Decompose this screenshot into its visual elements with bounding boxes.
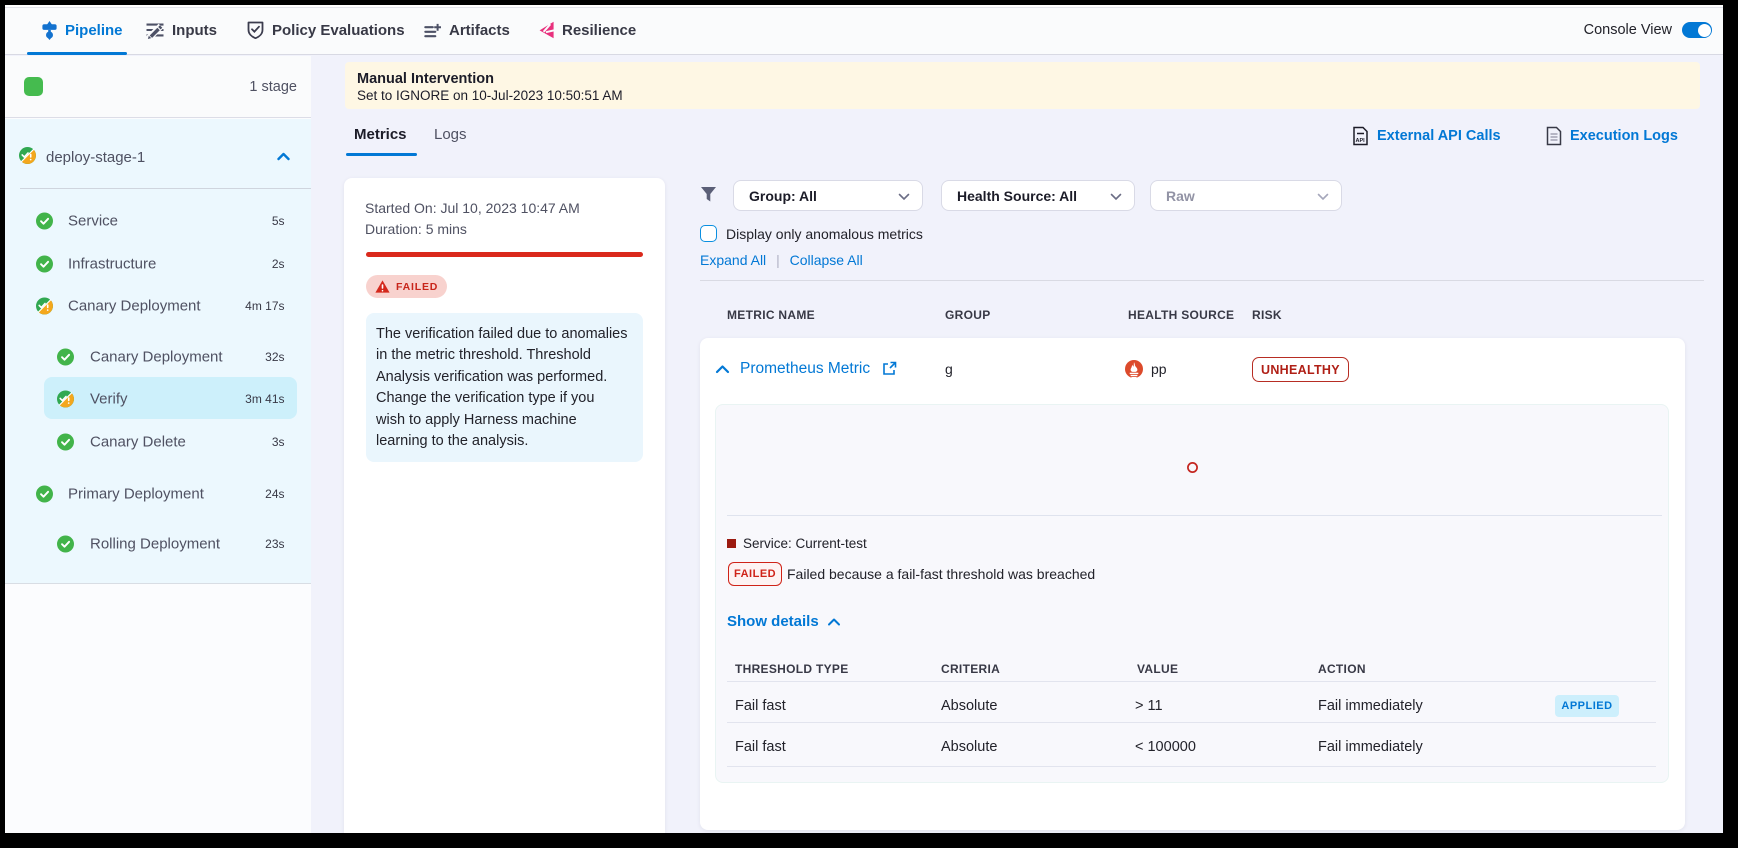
svg-text:API: API bbox=[1356, 138, 1366, 144]
